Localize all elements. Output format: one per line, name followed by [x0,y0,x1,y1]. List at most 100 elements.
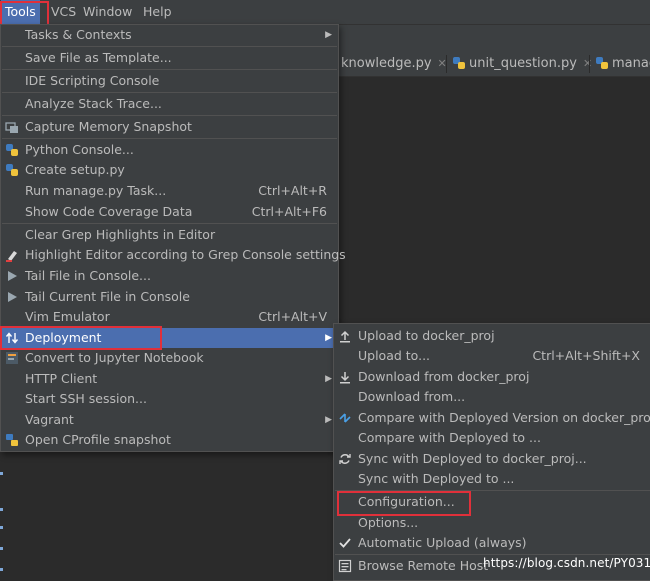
menu-item-upload-to[interactable]: Upload to... Ctrl+Alt+Shift+X [334,346,650,366]
gutter-mark [0,526,3,529]
gutter-mark [0,508,3,511]
menu-item-open-cprofile[interactable]: Open CProfile snapshot [1,430,338,450]
browse-host-icon [338,559,352,573]
menu-item-vagrant[interactable]: Vagrant ▶ [1,410,338,430]
python-file-icon [453,57,465,69]
menu-item-label: Tasks & Contexts [25,27,132,42]
python-icon [5,143,19,157]
watermark-text: https://blog.csdn.net/PY0312 [483,556,650,570]
menu-item-code-coverage[interactable]: Show Code Coverage Data Ctrl+Alt+F6 [1,202,338,222]
menu-item-deployment[interactable]: Deployment ▶ [1,328,338,348]
menu-item-label: Highlight Editor according to Grep Conso… [25,247,346,262]
editor-tab-bar: knowledge.py✕ unit_question.py ✕ manag [338,52,650,77]
menu-separator [335,554,650,555]
menu-item-tasks-contexts[interactable]: Tasks & Contexts ▶ [1,25,338,45]
menu-item-label: Vagrant [25,412,74,427]
menu-item-tail-file[interactable]: Tail File in Console... [1,266,338,286]
navigation-bar [338,25,650,53]
deployment-submenu: Upload to docker_proj Upload to... Ctrl+… [333,323,650,581]
memory-snapshot-icon [5,120,19,134]
menu-separator [2,46,337,47]
tab-knowledge[interactable]: knowledge.py ✕ [341,52,447,76]
menu-item-ide-scripting[interactable]: IDE Scripting Console [1,71,338,91]
menu-item-label: Compare with Deployed to ... [358,430,541,445]
left-gutter [0,450,8,580]
download-icon [338,370,352,384]
menu-bar: Tools VCS Window Help [0,0,650,25]
menu-item-label: Upload to... [358,348,431,363]
menu-item-capture-memory[interactable]: Capture Memory Snapshot [1,117,338,137]
gutter-mark [0,472,3,475]
menu-item-label: Compare with Deployed Version on docker_… [358,410,650,425]
menu-item-start-ssh[interactable]: Start SSH session... [1,389,338,409]
menu-separator [2,223,337,224]
menu-separator [335,490,650,491]
menu-item-highlight-grep[interactable]: Highlight Editor according to Grep Conso… [1,245,346,265]
menu-item-label: Capture Memory Snapshot [25,119,192,134]
menu-item-label: Options... [358,515,419,530]
menu-item-upload-docker[interactable]: Upload to docker_proj [334,326,650,346]
menu-item-download-docker[interactable]: Download from docker_proj [334,367,650,387]
menu-item-python-console[interactable]: Python Console... [1,140,338,160]
menu-item-save-template[interactable]: Save File as Template... [1,48,338,68]
menu-item-tail-current[interactable]: Tail Current File in Console [1,287,338,307]
menu-item-label: Run manage.py Task... [25,183,167,198]
submenu-arrow-icon: ▶ [325,30,332,40]
menu-item-sync-to[interactable]: Sync with Deployed to ... [334,469,650,489]
menu-item-options[interactable]: Options... [334,513,650,533]
jupyter-icon [5,351,19,365]
shortcut-label: Ctrl+Alt+Shift+X [532,348,640,363]
tab-manage[interactable]: manag [595,52,650,76]
menu-item-label: Download from docker_proj [358,369,530,384]
menu-item-label: Download from... [358,389,466,404]
menu-item-configuration[interactable]: Configuration... [334,492,650,512]
menu-separator [2,138,337,139]
menu-separator [2,115,337,116]
menu-item-automatic-upload[interactable]: Automatic Upload (always) [334,533,650,553]
checkmark-icon [338,536,352,550]
menu-tools[interactable]: Tools [1,0,40,24]
submenu-arrow-icon: ▶ [325,415,332,425]
sync-icon [338,452,352,466]
menu-item-convert-jupyter[interactable]: Convert to Jupyter Notebook [1,348,338,368]
menu-item-vim-emulator[interactable]: Vim Emulator Ctrl+Alt+V [1,307,338,327]
tab-unit-question[interactable]: unit_question.py ✕ [452,52,592,76]
menu-item-label: Create setup.py [25,162,125,177]
menu-item-label: Sync with Deployed to ... [358,471,515,486]
highlighter-icon [5,248,19,262]
gutter-mark [0,568,3,571]
menu-item-download-from[interactable]: Download from... [334,387,650,407]
menu-item-label: Show Code Coverage Data [25,204,193,219]
compare-icon [338,411,352,425]
menu-item-label: Configuration... [358,494,455,509]
close-icon[interactable]: ✕ [583,57,592,70]
upload-icon [338,329,352,343]
tools-menu: Tasks & Contexts ▶ Save File as Template… [0,24,346,452]
menu-item-http-client[interactable]: HTTP Client ▶ [1,369,338,389]
shortcut-label: Ctrl+Alt+R [258,183,327,198]
menu-item-label: Python Console... [25,142,134,157]
menu-item-label: Tail Current File in Console [25,289,190,304]
menu-window[interactable]: Window [79,0,136,24]
tab-label: unit_question.py [469,56,577,71]
menu-item-sync-docker[interactable]: Sync with Deployed to docker_proj... [334,449,650,469]
deployment-icon [5,331,19,345]
menu-item-label: Analyze Stack Trace... [25,96,162,111]
menu-item-label: HTTP Client [25,371,98,386]
menu-item-compare-docker[interactable]: Compare with Deployed Version on docker_… [334,408,650,428]
shortcut-label: Ctrl+Alt+F6 [251,204,327,219]
menu-item-run-manage[interactable]: Run manage.py Task... Ctrl+Alt+R [1,181,338,201]
menu-item-create-setup[interactable]: Create setup.py [1,160,338,180]
menu-vcs[interactable]: VCS [47,0,80,24]
menu-item-clear-grep[interactable]: Clear Grep Highlights in Editor [1,225,338,245]
submenu-arrow-icon: ▶ [325,333,332,343]
menu-item-label: Browse Remote Host [358,558,489,573]
menu-item-label: Open CProfile snapshot [25,432,171,447]
menu-help[interactable]: Help [139,0,176,24]
gutter-mark [0,547,3,550]
menu-item-analyze-stack[interactable]: Analyze Stack Trace... [1,94,338,114]
menu-item-label: Tail File in Console... [25,268,151,283]
menu-item-compare-to[interactable]: Compare with Deployed to ... [334,428,650,448]
menu-item-label: Deployment [25,330,102,345]
play-icon [5,269,19,283]
